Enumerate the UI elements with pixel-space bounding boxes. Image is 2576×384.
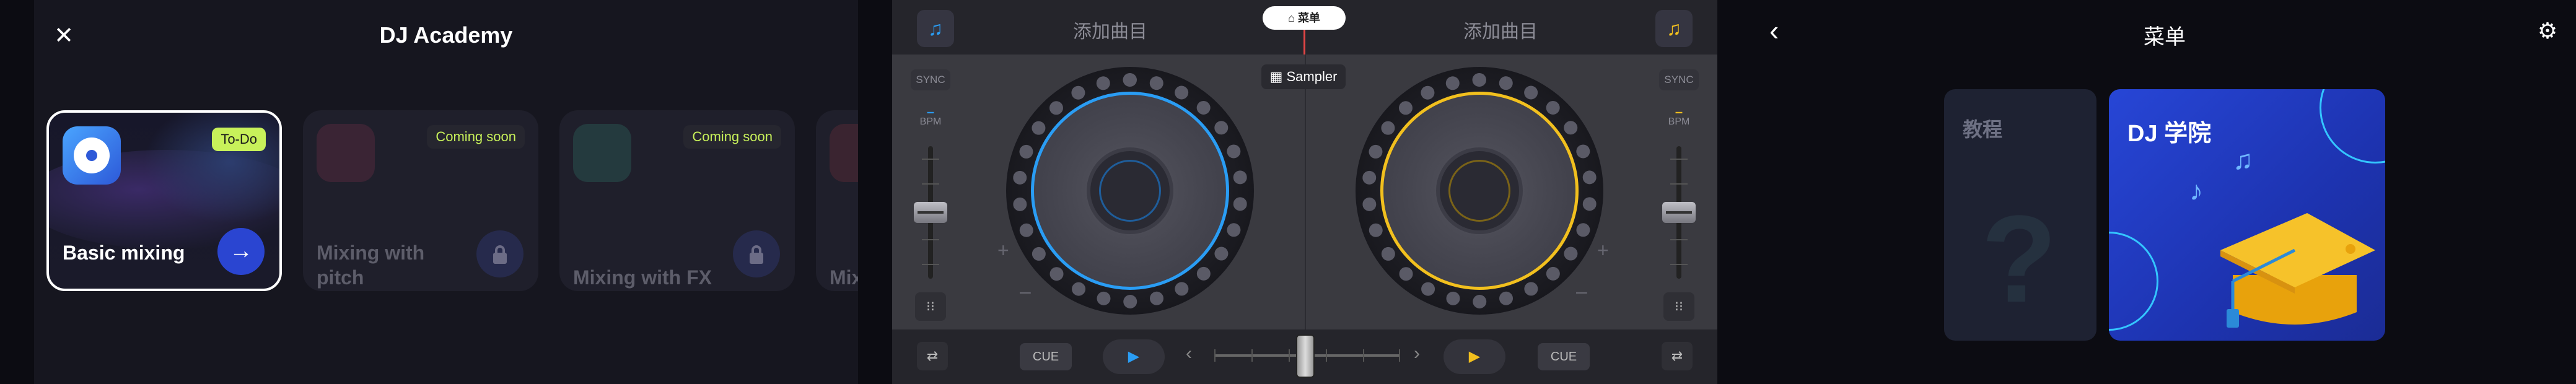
lesson-card-mixing-with-fx[interactable]: Coming soon Mixing with FX [559, 110, 795, 291]
music-note-icon-right[interactable]: ♫ [1655, 10, 1693, 47]
bpm-label-right: BPM [1668, 116, 1690, 127]
gear-icon[interactable]: ⚙ [2535, 19, 2560, 43]
pitch-fader-handle-right[interactable] [1662, 202, 1696, 223]
chevron-left-icon[interactable]: ‹ [1186, 343, 1192, 364]
arrow-right-icon[interactable]: → [217, 228, 265, 275]
menu-screen: ‹ 菜单 ⚙ 教程 ? DJ 学院 ♪ ♫ [1753, 0, 2576, 384]
lesson-card-mixing-with-filter[interactable]: Mix filte [816, 110, 858, 291]
lesson-title: Mixing with pitch [317, 242, 425, 289]
card-label: DJ 学院 [2127, 121, 2212, 147]
pitch-icon [317, 124, 375, 182]
plus-icon-right[interactable]: + [1597, 239, 1609, 262]
cue-button-left[interactable]: CUE [1020, 343, 1072, 370]
chevron-right-icon[interactable]: › [1414, 343, 1420, 364]
bpm-label-left: BPM [919, 116, 942, 127]
lesson-card-mixing-with-pitch[interactable]: Coming soon Mixing with pitch [303, 110, 538, 291]
lesson-title: Basic mixing [63, 242, 185, 264]
status-badge: To-Do [212, 128, 266, 151]
menu-button[interactable]: ⌂ 菜单 [1263, 6, 1346, 30]
sync-button-left[interactable]: SYNC [911, 69, 950, 90]
mixer-screen: ♫ 添加曲目 ⌂ 菜单 添加曲目 ♫ ▦ Sampler SYNC – BPM … [892, 0, 1717, 384]
lesson-title: Mixing with FX [573, 266, 712, 289]
lesson-title: Mix filte [830, 266, 858, 289]
eq-settings-icon-right[interactable]: ⇄ [1662, 342, 1693, 370]
grid-icon-right[interactable]: ⁝⁝ [1663, 292, 1694, 321]
crossfader-handle[interactable] [1296, 334, 1315, 378]
music-note-icon: ♫ [2233, 145, 2253, 175]
graduation-cap-icon [2220, 213, 2375, 328]
minus-icon-left[interactable]: – [1020, 280, 1031, 303]
menu-card-dj-academy[interactable]: DJ 学院 ♪ ♫ [2109, 89, 2385, 341]
menu-card-tutorial[interactable]: 教程 ? [1944, 89, 2096, 341]
music-note-icon-left[interactable]: ♫ [917, 10, 954, 47]
music-note-icon: ♪ [2189, 176, 2203, 206]
eq-settings-icon-left[interactable]: ⇄ [917, 342, 948, 370]
filter-icon [830, 124, 858, 182]
status-badge: Coming soon [427, 125, 525, 149]
turntable-left[interactable] [1006, 67, 1254, 315]
question-mark-icon: ? [1981, 190, 2057, 328]
card-label: 教程 [1963, 118, 2003, 141]
dj-academy-screen: ✕ DJ Academy To-Do Basic mixing → Coming… [34, 0, 858, 384]
play-button-right[interactable]: ▶ [1444, 339, 1505, 374]
status-badge: Coming soon [683, 125, 781, 149]
turntable-right[interactable] [1356, 67, 1603, 315]
fx-wave-icon [573, 124, 631, 182]
plus-icon-left[interactable]: + [997, 239, 1009, 262]
add-track-right[interactable]: 添加曲目 [1463, 16, 1538, 43]
lock-icon [476, 230, 524, 277]
page-title: DJ Academy [379, 22, 513, 48]
page-title: 菜单 [2144, 25, 2186, 49]
sync-button-right[interactable]: SYNC [1659, 69, 1699, 90]
lesson-card-basic-mixing[interactable]: To-Do Basic mixing → [46, 110, 282, 291]
lock-icon [733, 230, 780, 277]
cue-button-right[interactable]: CUE [1538, 343, 1590, 370]
sampler-button[interactable]: ▦ Sampler [1261, 64, 1346, 89]
play-button-left[interactable]: ▶ [1103, 339, 1165, 374]
dj-app-icon [63, 126, 121, 185]
minus-icon-right[interactable]: – [1576, 280, 1587, 303]
grid-icon-left[interactable]: ⁝⁝ [915, 292, 946, 321]
add-track-left[interactable]: 添加曲目 [1073, 16, 1147, 43]
pitch-fader-handle-left[interactable] [914, 202, 947, 223]
